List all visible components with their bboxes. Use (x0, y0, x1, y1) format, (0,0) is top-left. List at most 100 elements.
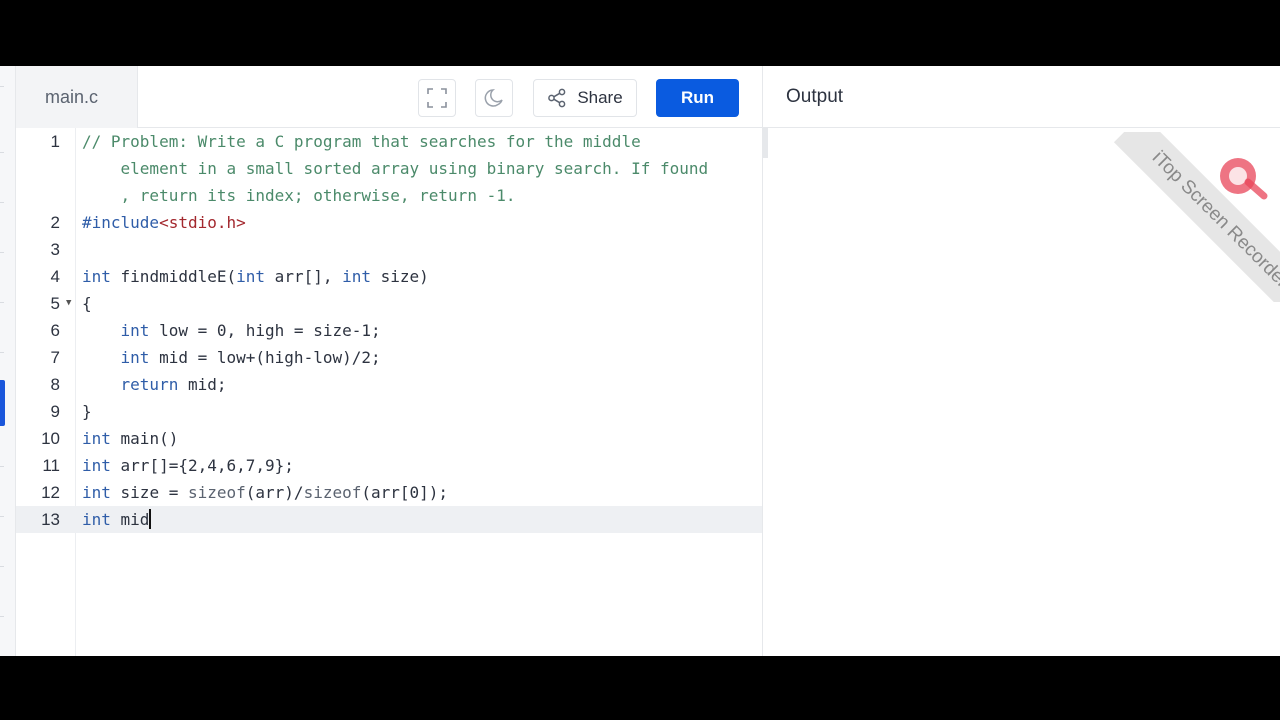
code-token: int (82, 483, 111, 502)
code-token: int (342, 267, 372, 286)
sidebar-mark (0, 202, 4, 203)
code-token: int (82, 429, 111, 448)
file-tab-main-c[interactable]: main.c (16, 66, 138, 128)
code-text: int findmiddleE(int arr[], int size) (82, 263, 429, 290)
line-number: 5 (50, 294, 60, 313)
code-token: int (120, 348, 150, 367)
line-number: 8 (50, 375, 60, 394)
code-token: <stdio.h> (159, 213, 246, 232)
run-button[interactable]: Run (656, 79, 739, 117)
code-token: mid = low+(high-low)/2; (149, 348, 381, 367)
code-line[interactable]: 3 (16, 236, 762, 263)
code-text: int mid (82, 506, 152, 533)
line-number: 10 (41, 429, 60, 448)
sidebar-mark (0, 302, 4, 303)
code-token: (arr[0]); (361, 483, 449, 502)
code-token: { (82, 294, 92, 313)
code-line[interactable]: 11 int arr[]={2,4,6,7,9}; (16, 452, 762, 479)
code-line[interactable]: element in a small sorted array using bi… (16, 155, 762, 182)
sidebar-mark (0, 86, 4, 87)
line-number: 12 (41, 483, 60, 502)
watermark: iTop Screen Recorder (1100, 132, 1280, 302)
code-text: int arr[]={2,4,6,7,9}; (82, 452, 294, 479)
code-line[interactable]: 8 return mid; (16, 371, 762, 398)
code-token: int (82, 510, 111, 529)
code-text: int size = sizeof(arr)/sizeof(arr[0]); (82, 479, 448, 506)
code-line[interactable]: 10 int main() (16, 425, 762, 452)
code-token: int (120, 321, 150, 340)
code-token: low = 0, high = size-1; (149, 321, 381, 340)
line-number: 4 (50, 267, 60, 286)
code-text: int low = 0, high = size-1; (82, 317, 381, 344)
code-token: int (236, 267, 266, 286)
share-button[interactable]: Share (533, 79, 637, 117)
sidebar-mark (0, 516, 4, 517)
text-caret (149, 509, 152, 529)
code-line[interactable]: 6 int low = 0, high = size-1; (16, 317, 762, 344)
fullscreen-icon (427, 88, 447, 108)
sidebar-mark (0, 152, 4, 153)
code-line[interactable]: , return its index; otherwise, return -1… (16, 182, 762, 209)
line-number: 2 (50, 213, 60, 232)
line-number: 6 (50, 321, 60, 340)
code-text: { (82, 290, 92, 317)
code-token: (arr)/ (245, 483, 304, 502)
fullscreen-button[interactable] (418, 79, 456, 117)
code-token: findmiddleE( (110, 267, 237, 286)
code-token: // Problem: Write a C program that searc… (82, 132, 641, 151)
sidebar-mark (0, 616, 4, 617)
code-line-active[interactable]: 13 int mid (16, 506, 762, 533)
sidebar-mark (0, 466, 4, 467)
code-token: return (120, 375, 179, 394)
code-line[interactable]: 12 int size = sizeof(arr)/sizeof(arr[0]); (16, 479, 762, 506)
code-line[interactable]: 2 #include<stdio.h> (16, 209, 762, 236)
code-text: , return its index; otherwise, return -1… (82, 182, 516, 209)
line-number: 3 (50, 240, 60, 259)
code-token: size = (110, 483, 188, 502)
code-editor[interactable]: 1 // Problem: Write a C program that sear… (16, 128, 762, 656)
code-token: } (82, 402, 92, 421)
line-number: 13 (41, 510, 60, 529)
code-text: return mid; (82, 371, 227, 398)
code-text: element in a small sorted array using bi… (82, 155, 709, 182)
code-token: int (82, 456, 111, 475)
line-number: 11 (42, 456, 60, 475)
code-line[interactable]: 4 int findmiddleE(int arr[], int size) (16, 263, 762, 290)
sidebar-mark (0, 566, 4, 567)
moon-icon (484, 89, 503, 107)
code-line[interactable]: 5 ▼ { (16, 290, 762, 317)
output-scrollbar[interactable] (763, 128, 768, 158)
code-token: arr[], (265, 267, 343, 286)
code-line[interactable]: 1 // Problem: Write a C program that sear… (16, 128, 762, 155)
code-token: mid; (178, 375, 227, 394)
code-token: #include (82, 213, 160, 232)
code-editor-app: main.c Share Run Output 1// Problem: Wri… (0, 66, 1280, 656)
code-text: #include<stdio.h> (82, 209, 246, 236)
fold-arrow-icon[interactable]: ▼ (66, 290, 71, 317)
run-label: Run (680, 88, 715, 107)
sidebar-mark (0, 252, 4, 253)
code-token: size) (371, 267, 429, 286)
code-line[interactable]: 7 int mid = low+(high-low)/2; (16, 344, 762, 371)
code-text: int main() (82, 425, 178, 452)
code-text: } (82, 398, 92, 425)
code-token: sizeof (303, 483, 362, 502)
output-panel-title: Output (786, 86, 844, 107)
code-token: mid (110, 510, 150, 529)
theme-toggle-button[interactable] (475, 79, 513, 117)
share-icon (548, 88, 566, 108)
line-number: 1 (50, 132, 60, 151)
recorder-logo-icon (1220, 158, 1268, 200)
code-line[interactable]: 9} (16, 398, 762, 425)
code-token: arr[]={2,4,6,7,9}; (110, 456, 294, 475)
line-number: 7 (50, 348, 60, 367)
sidebar-active-indicator[interactable] (0, 380, 5, 426)
left-sidebar (0, 66, 16, 656)
code-token: sizeof (187, 483, 246, 502)
code-token: main() (110, 429, 179, 448)
code-token: int (82, 267, 111, 286)
share-label: Share (577, 88, 623, 107)
